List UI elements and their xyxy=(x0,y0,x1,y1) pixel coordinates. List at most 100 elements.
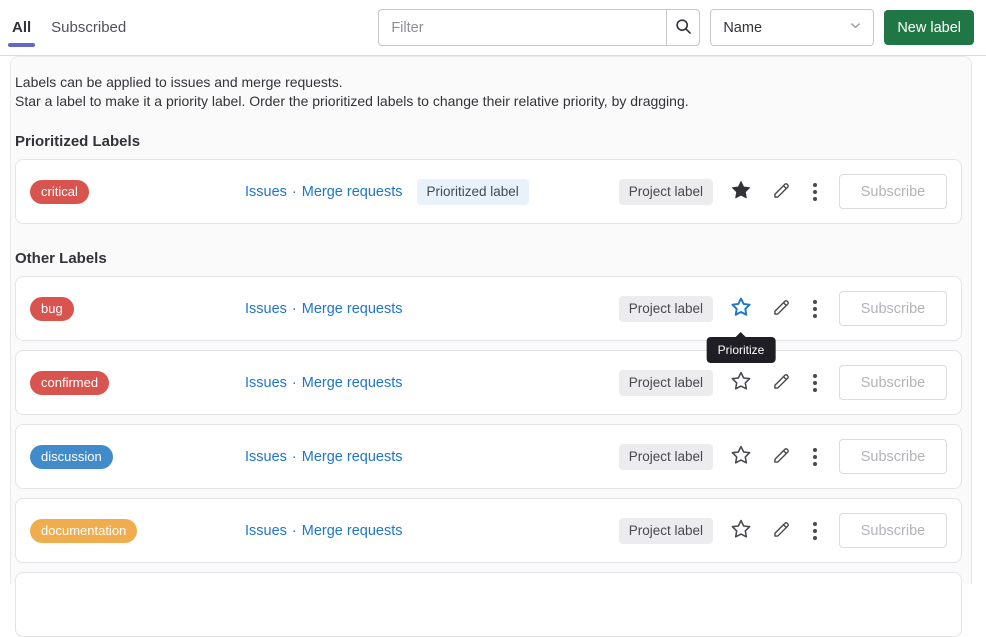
prioritize-star-button[interactable]: Prioritize xyxy=(721,289,761,329)
toolbar-controls: Name New label xyxy=(378,9,974,46)
tab-all[interactable]: All xyxy=(10,0,33,55)
subscribe-button[interactable]: Subscribe xyxy=(839,513,947,548)
chevron-down-icon xyxy=(848,18,863,37)
label-row-bug: bug Issues · Merge requests Project labe… xyxy=(15,276,962,341)
project-label-badge: Project label xyxy=(619,179,713,205)
label-pill[interactable]: confirmed xyxy=(30,371,109,395)
project-label-badge: Project label xyxy=(619,518,713,544)
link-separator: · xyxy=(292,449,297,465)
new-label-button[interactable]: New label xyxy=(884,10,974,45)
vertical-ellipsis-icon xyxy=(813,300,817,318)
label-row-partial xyxy=(15,572,962,637)
row-actions: Project label xyxy=(619,511,947,551)
section-prioritized-labels: Prioritized Labels critical Issues · Mer… xyxy=(15,133,962,224)
project-label-badge: Project label xyxy=(619,296,713,322)
link-separator: · xyxy=(292,523,297,539)
pencil-icon xyxy=(771,180,792,204)
prioritize-tooltip: Prioritize xyxy=(707,337,776,363)
label-pill[interactable]: discussion xyxy=(30,445,113,469)
label-options-menu-button[interactable] xyxy=(801,511,829,551)
merge-requests-link[interactable]: Merge requests xyxy=(302,449,403,465)
link-separator: · xyxy=(292,301,297,317)
links-column: Issues · Merge requests xyxy=(245,375,619,391)
star-icon xyxy=(730,444,752,469)
filter-group xyxy=(378,9,700,46)
subscribe-button[interactable]: Subscribe xyxy=(839,439,947,474)
label-row-documentation: documentation Issues · Merge requests Pr… xyxy=(15,498,962,563)
vertical-ellipsis-icon xyxy=(813,522,817,540)
pencil-icon xyxy=(771,445,792,469)
vertical-ellipsis-icon xyxy=(813,448,817,466)
edit-label-button[interactable] xyxy=(761,289,801,329)
intro-line-1: Labels can be applied to issues and merg… xyxy=(15,73,962,92)
tab-subscribed[interactable]: Subscribed xyxy=(49,0,128,55)
merge-requests-link[interactable]: Merge requests xyxy=(302,184,403,200)
edit-label-button[interactable] xyxy=(761,172,801,212)
label-column: critical xyxy=(30,180,245,204)
label-column: confirmed xyxy=(30,371,245,395)
label-row-critical: critical Issues · Merge requests Priorit… xyxy=(15,159,962,224)
prioritize-star-button[interactable] xyxy=(721,437,761,477)
subscribe-button[interactable]: Subscribe xyxy=(839,365,947,400)
prioritized-label-badge: Prioritized label xyxy=(417,179,529,205)
edit-label-button[interactable] xyxy=(761,511,801,551)
sort-dropdown-value: Name xyxy=(723,20,762,36)
search-icon xyxy=(674,17,693,39)
label-pill[interactable]: critical xyxy=(30,180,89,204)
label-pill[interactable]: documentation xyxy=(30,519,137,543)
issues-link[interactable]: Issues xyxy=(245,449,287,465)
label-tabs: All Subscribed xyxy=(10,0,144,55)
edit-label-button[interactable] xyxy=(761,363,801,403)
label-column: bug xyxy=(30,297,245,321)
pencil-icon xyxy=(771,519,792,543)
issues-link[interactable]: Issues xyxy=(245,184,287,200)
vertical-ellipsis-icon xyxy=(813,183,817,201)
links-column: Issues · Merge requests xyxy=(245,449,619,465)
label-options-menu-button[interactable] xyxy=(801,437,829,477)
vertical-ellipsis-icon xyxy=(813,374,817,392)
star-icon xyxy=(730,296,752,321)
issues-link[interactable]: Issues xyxy=(245,375,287,391)
label-options-menu-button[interactable] xyxy=(801,172,829,212)
merge-requests-link[interactable]: Merge requests xyxy=(302,301,403,317)
section-title: Prioritized Labels xyxy=(15,133,962,150)
intro-line-2: Star a label to make it a priority label… xyxy=(15,92,962,111)
edit-label-button[interactable] xyxy=(761,437,801,477)
subscribe-button[interactable]: Subscribe xyxy=(839,174,947,209)
label-row-confirmed: confirmed Issues · Merge requests Projec… xyxy=(15,350,962,415)
row-actions: Project label xyxy=(619,437,947,477)
unprioritize-star-button[interactable] xyxy=(721,172,761,212)
label-options-menu-button[interactable] xyxy=(801,289,829,329)
label-options-menu-button[interactable] xyxy=(801,363,829,403)
pencil-icon xyxy=(771,371,792,395)
label-column: discussion xyxy=(30,445,245,469)
pencil-icon xyxy=(771,297,792,321)
project-label-badge: Project label xyxy=(619,370,713,396)
sort-dropdown[interactable]: Name xyxy=(710,9,874,46)
star-icon xyxy=(730,518,752,543)
merge-requests-link[interactable]: Merge requests xyxy=(302,523,403,539)
link-separator: · xyxy=(292,375,297,391)
section-other-labels: Other Labels bug Issues · Merge requests… xyxy=(15,250,962,637)
subscribe-button[interactable]: Subscribe xyxy=(839,291,947,326)
row-actions: Project label xyxy=(619,172,947,212)
filter-input[interactable] xyxy=(378,9,666,46)
prioritize-star-button[interactable] xyxy=(721,511,761,551)
search-button[interactable] xyxy=(666,9,700,46)
issues-link[interactable]: Issues xyxy=(245,523,287,539)
row-actions: Project label xyxy=(619,363,947,403)
star-icon xyxy=(730,370,752,395)
links-column: Issues · Merge requests xyxy=(245,301,619,317)
project-label-badge: Project label xyxy=(619,444,713,470)
prioritize-star-button[interactable] xyxy=(721,363,761,403)
links-column: Issues · Merge requests Prioritized labe… xyxy=(245,179,619,205)
labels-intro: Labels can be applied to issues and merg… xyxy=(15,73,962,111)
label-row-discussion: discussion Issues · Merge requests Proje… xyxy=(15,424,962,489)
label-pill[interactable]: bug xyxy=(30,297,74,321)
labels-container: Labels can be applied to issues and merg… xyxy=(10,56,972,584)
issues-link[interactable]: Issues xyxy=(245,301,287,317)
row-actions: Project label Prioritize xyxy=(619,289,947,329)
star-icon xyxy=(730,179,752,204)
label-column: documentation xyxy=(30,519,245,543)
merge-requests-link[interactable]: Merge requests xyxy=(302,375,403,391)
